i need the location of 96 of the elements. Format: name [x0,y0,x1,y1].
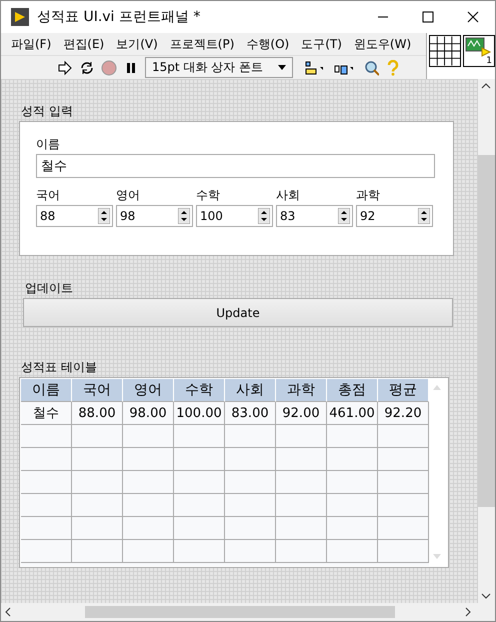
empty-table-cell [378,471,429,494]
field-label: 국어 [36,187,61,203]
empty-table-cell [225,540,276,563]
column-header: 수학 [174,379,225,402]
empty-table-cell [378,517,429,540]
empty-table-cell [327,494,378,517]
empty-table-cell [123,494,174,517]
column-header: 평균 [378,379,429,402]
spinner-arrows-icon[interactable] [418,208,430,224]
empty-table-cell [327,425,378,448]
empty-table-cell [174,425,225,448]
name-field[interactable]: 철수 [36,154,435,178]
spinner-arrows-icon[interactable] [178,208,190,224]
section-label: 성적 입력 [21,103,74,119]
empty-table-cell [72,494,123,517]
empty-table-cell [72,471,123,494]
empty-table-cell [123,471,174,494]
table-cell: 철수 [21,402,72,425]
empty-table-cell [123,425,174,448]
empty-table-cell [174,448,225,471]
menu-item[interactable]: 보기(V) [110,36,164,52]
spinner-arrows-icon[interactable] [98,208,110,224]
column-header: 사회 [225,379,276,402]
table-label: 성적표 테이블 [21,359,98,375]
empty-table-cell [174,471,225,494]
vi-icon[interactable]: 1 [463,35,495,67]
empty-table-cell [72,517,123,540]
empty-table-cell [276,517,327,540]
empty-table-cell [123,448,174,471]
empty-table-cell [276,471,327,494]
empty-table-cell [72,540,123,563]
empty-table-cell [72,448,123,471]
close-icon[interactable] [466,11,478,23]
connector-pane-icon[interactable] [429,35,461,67]
empty-table-cell [72,425,123,448]
empty-table-cell [225,471,276,494]
empty-table-cell [276,425,327,448]
field-label: 사회 [276,187,301,203]
run-arrow-icon[interactable] [57,60,73,76]
empty-table-cell [225,494,276,517]
empty-table-cell [225,425,276,448]
spinner-arrows-icon[interactable] [338,208,350,224]
empty-table-cell [123,517,174,540]
table-cell: 100.00 [174,402,225,425]
run-continuously-icon[interactable] [79,60,95,76]
window-title: 성적표 UI.vi 프런트패널 * [37,8,202,26]
table-cell: 83.00 [225,402,276,425]
field-label: 과학 [356,187,381,203]
column-header: 과학 [276,379,327,402]
update-button[interactable]: Update [23,298,453,327]
empty-table-cell [225,448,276,471]
menu-item[interactable]: 편집(E) [57,36,110,52]
menu-item[interactable]: 프로젝트(P) [164,36,240,52]
font-dropdown[interactable]: 15pt 대화 상자 폰트 [145,57,293,78]
field-label: 이름 [36,136,61,152]
empty-table-cell [378,540,429,563]
empty-table-cell [276,494,327,517]
number-field[interactable]: 83 [276,205,353,227]
menu-item[interactable]: 윈도우(W) [348,36,418,52]
caret-icon [278,65,286,70]
empty-table-cell [174,517,225,540]
field-label: 영어 [116,187,141,203]
empty-table-cell [327,471,378,494]
empty-table-cell [327,540,378,563]
menu-item[interactable]: 도구(T) [295,36,348,52]
column-header: 영어 [123,379,174,402]
table-cell: 98.00 [123,402,174,425]
empty-table-cell [378,494,429,517]
table-cell: 88.00 [72,402,123,425]
empty-table-cell [276,540,327,563]
number-field[interactable]: 100 [196,205,273,227]
spinner-arrows-icon[interactable] [258,208,270,224]
table-cell: 92.00 [276,402,327,425]
menu-item[interactable]: 파일(F) [5,36,58,52]
menu-item[interactable]: 수행(O) [240,36,296,52]
empty-table-cell [327,517,378,540]
empty-table-cell [276,448,327,471]
empty-table-cell [174,540,225,563]
empty-table-cell [378,425,429,448]
table-cell: 461.00 [327,402,378,425]
app-icon [11,8,29,26]
empty-table-cell [174,494,225,517]
column-header: 총점 [327,379,378,402]
number-field[interactable]: 88 [36,205,113,227]
column-header: 이름 [21,379,72,402]
empty-table-cell [225,517,276,540]
field-label: 수학 [196,187,221,203]
empty-table-cell [327,448,378,471]
column-header: 국어 [72,379,123,402]
maximize-icon[interactable] [422,11,434,23]
button-caption: 업데이트 [25,280,74,296]
number-field[interactable]: 92 [356,205,433,227]
empty-table-cell [123,540,174,563]
empty-table-cell [378,448,429,471]
number-field[interactable]: 98 [116,205,193,227]
table-cell: 92.20 [378,402,429,425]
